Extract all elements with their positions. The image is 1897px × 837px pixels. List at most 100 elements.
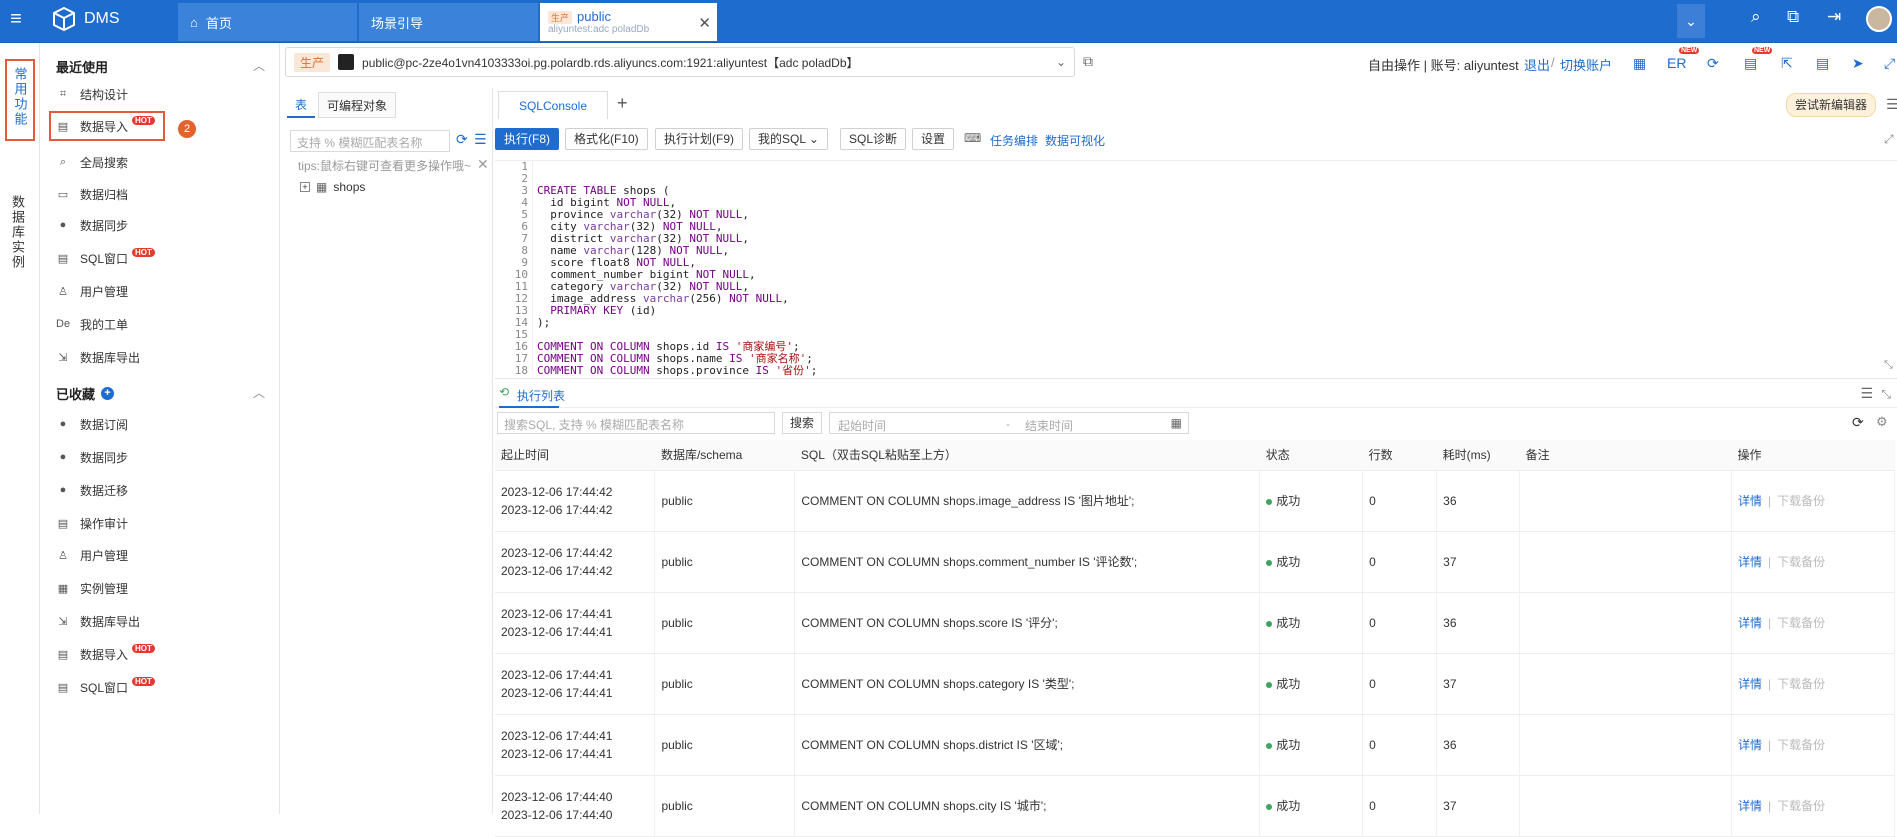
detail-link[interactable]: 详情 [1738,799,1762,813]
sidebar-fav-data-subscribe[interactable]: ● 数据订阅 [56,413,128,435]
fullscreen-icon[interactable]: ⤢ [1884,132,1894,147]
sidebar-fav-db-export[interactable]: ⇲ 数据库导出 [56,610,140,632]
table-row[interactable]: 2023-12-06 17:44:42 2023-12-06 17:44:42 pu… [495,470,1895,532]
close-tips-icon[interactable]: ✕ [477,156,489,173]
sql-search-input[interactable]: 搜索SQL, 支持 % 模糊匹配表名称 [497,412,775,434]
sql-diagnose-button[interactable]: SQL诊断 [840,128,907,150]
detail-link[interactable]: 详情 [1738,616,1762,630]
sidebar-item-db-export[interactable]: ⇲ 数据库导出 [56,346,140,368]
detail-link[interactable]: 详情 [1738,677,1762,691]
db-instance-tab[interactable]: 数据库实例 [8,195,27,270]
download-backup-link[interactable]: 下载备份 [1777,738,1825,752]
try-new-editor-button[interactable]: 尝试新编辑器 [1786,93,1877,117]
export-icon[interactable]: ⇱ [1781,55,1793,72]
er-diagram-button[interactable]: ER NEW [1667,47,1700,71]
collapse-icon[interactable]: ⤡ [1884,359,1893,372]
sidebar-fav-data-import[interactable]: ▤ 数据导入 HOT [56,643,155,665]
sidebar-item-data-archive[interactable]: ▭ 数据归档 [56,183,128,205]
grid-icon[interactable]: ▦ [1633,55,1646,72]
sql-text[interactable]: COMMENT ON COLUMN shops.image_address IS… [801,494,1134,508]
send-icon[interactable]: ➤ [1852,55,1864,72]
task-orchestration-link[interactable]: 任务编排 [990,132,1038,149]
detail-link[interactable]: 详情 [1738,555,1762,569]
detail-link[interactable]: 详情 [1738,494,1762,508]
copy-icon[interactable]: ⧉ [1083,53,1093,70]
copy-icon[interactable]: ⧉ [1787,7,1799,27]
exec-list-title[interactable]: 执行列表 [517,387,565,404]
notes-icon[interactable]: ▤ [1816,55,1829,72]
document-icon[interactable]: ▤ NEW [1744,47,1773,72]
sidebar-fav-sql-window[interactable]: ▤ SQL窗口 HOT [56,676,155,698]
close-icon[interactable]: ✕ [698,14,711,32]
download-backup-link[interactable]: 下载备份 [1777,494,1825,508]
sql-code[interactable]: CREATE TABLE shops ( id bigint NOT NULL,… [537,161,817,377]
recent-section-title[interactable]: 最近使用 [56,57,108,76]
add-favorite-icon[interactable]: + [101,387,115,400]
add-tab-icon[interactable]: + [617,93,628,114]
expand-icon[interactable]: + [300,182,310,192]
download-backup-link[interactable]: 下载备份 [1777,616,1825,630]
download-backup-link[interactable]: 下载备份 [1777,677,1825,691]
tab-scene-guide[interactable]: 场景引导 [359,3,539,41]
logout-link[interactable]: 退出 [1524,55,1550,74]
hamburger-menu-icon[interactable]: ≡ [6,9,26,29]
calendar-icon[interactable]: ▦ [1171,416,1182,430]
sidebar-item-my-tickets[interactable]: De 我的工单 [56,313,128,335]
common-functions-tab[interactable]: 常用功能 [5,59,35,141]
sidebar-item-sql-window[interactable]: ▤ SQL窗口 HOT [56,247,155,269]
download-backup-link[interactable]: 下载备份 [1777,799,1825,813]
sidebar-fav-instance-management[interactable]: ▦ 实例管理 [56,577,128,599]
tab-sqlconsole[interactable]: SQLConsole [498,91,608,119]
tab-public-console[interactable]: 生产 public aliyuntest:adc poladDb ✕ [540,3,718,41]
refresh-icon[interactable]: ⟳ [456,131,468,148]
sidebar-fav-data-migrate[interactable]: ● 数据迁移 [56,479,128,501]
table-row[interactable]: 2023-12-06 17:44:42 2023-12-06 17:44:42 pu… [495,531,1895,593]
table-row[interactable]: 2023-12-06 17:44:40 2023-12-06 17:44:40 pu… [495,775,1895,837]
table-search-input[interactable]: 支持 % 模糊匹配表名称 [290,130,450,152]
avatar[interactable] [1866,6,1892,32]
exit-icon[interactable]: ⇥ [1827,7,1841,27]
sidebar-item-global-search[interactable]: ⌕ 全局搜索 [56,151,128,173]
chevron-up-icon[interactable]: ︿ [253,57,265,74]
connection-selector[interactable]: 生产 public@pc-2ze4o1vn4103333oi.pg.polard… [285,47,1075,77]
exec-plan-button[interactable]: 执行计划(F9) [655,128,743,150]
sql-text[interactable]: COMMENT ON COLUMN shops.comment_number I… [801,555,1137,569]
table-row[interactable]: 2023-12-06 17:44:41 2023-12-06 17:44:41 pu… [495,592,1895,654]
my-sql-dropdown[interactable]: 我的SQL ⌄ [749,128,828,150]
format-button[interactable]: 格式化(F10) [565,128,648,150]
sidebar-item-data-sync[interactable]: ● 数据同步 [56,214,128,236]
tree-item-shops[interactable]: + ▦ shops [300,180,365,194]
sidebar-item-data-import[interactable]: ▤ 数据导入 HOT [49,111,165,141]
sidebar-fav-user-management[interactable]: ♙ 用户管理 [56,544,128,566]
tab-programmable-objects[interactable]: 可编程对象 [318,92,397,118]
switch-account-link[interactable]: 切换账户 [1560,55,1612,74]
table-row[interactable]: 2023-12-06 17:44:41 2023-12-06 17:44:41 pu… [495,714,1895,776]
gear-icon[interactable]: ⚙ [1876,414,1888,430]
time-range-picker[interactable]: 起始时间 - 结束时间 ▦ [829,412,1189,434]
expand-icon[interactable]: ⤢ [1884,55,1895,72]
sidebar-item-structure-design[interactable]: ⌗ 结构设计 [56,83,128,105]
list-icon[interactable]: ☰ [1860,385,1873,402]
keyboard-icon[interactable]: ⌨ [964,131,981,145]
menu-icon[interactable]: ☰ [1886,96,1897,113]
refresh-icon[interactable]: ⟳ [1852,414,1864,431]
tabs-dropdown-chevron-icon[interactable]: ⌄ [1677,4,1705,38]
sql-editor[interactable]: 1 2 3 4 5 6 7 8 9 10 11 12 13 14 15 16 17 18 CREATE TABLE… [495,160,1897,377]
sql-text[interactable]: COMMENT ON COLUMN shops.city IS '城市'; [801,799,1046,813]
dms-logo[interactable]: DMS [50,5,120,33]
search-icon[interactable]: ⌕ [1751,7,1761,27]
table-row[interactable]: 2023-12-06 17:44:41 2023-12-06 17:44:41 pu… [495,653,1895,715]
chevron-up-icon[interactable]: ︿ [253,384,265,401]
collapse-icon[interactable]: ⤡ [1881,387,1891,402]
execute-button[interactable]: 执行(F8) [495,128,559,150]
search-button[interactable]: 搜索 [782,412,822,434]
favorites-section-title[interactable]: 已收藏 + [56,384,115,403]
refresh-icon[interactable]: ⟳ [1707,55,1719,72]
list-icon[interactable]: ☰ [474,131,487,148]
sidebar-item-user-management[interactable]: ♙ 用户管理 [56,280,128,302]
tab-home[interactable]: ⌂ 首页 [178,3,358,41]
settings-button[interactable]: 设置 [912,128,955,150]
sql-text[interactable]: COMMENT ON COLUMN shops.category IS '类型'… [801,677,1074,691]
data-visualization-link[interactable]: 数据可视化 [1045,132,1105,149]
download-backup-link[interactable]: 下载备份 [1777,555,1825,569]
